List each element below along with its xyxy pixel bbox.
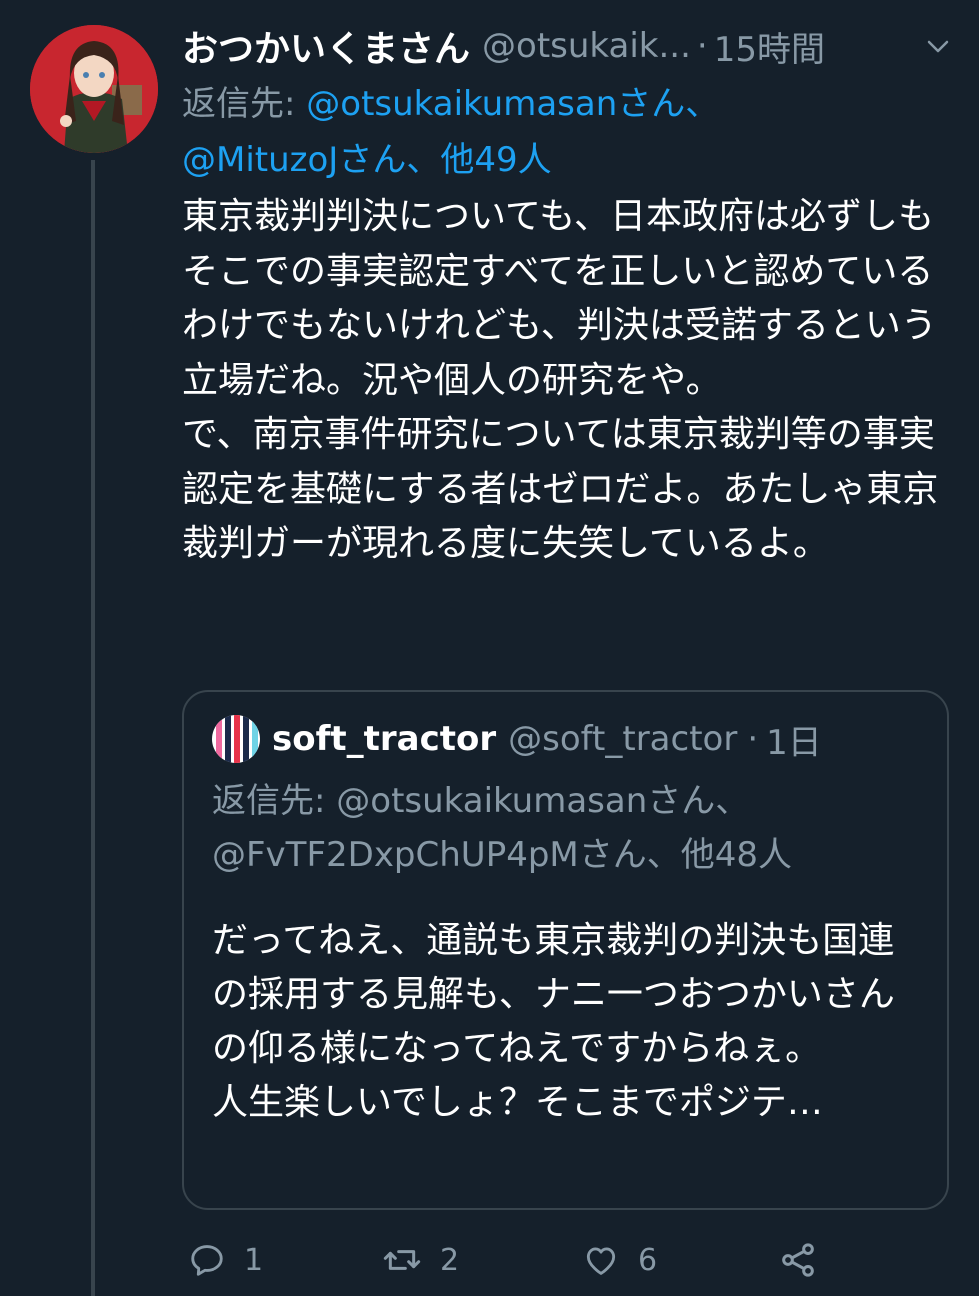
mention-link-2[interactable]: @MituzoJさん、他49人 [182,140,552,180]
retweet-icon [383,1250,421,1270]
quoted-display-name: soft_tractor [272,719,497,759]
quoted-avatar [212,715,260,763]
replying-to: 返信先: @otsukaikumasanさん、 @MituzoJさん、他49人 [182,76,942,188]
replying-label: 返信先: [182,84,307,124]
quoted-header: soft_tractor @soft_tractor · 1日 [212,714,822,764]
quoted-text: だってねえ、通説も東京裁判の判決も国連の採用する見解も、ナニ一つおつかいさんの仰… [212,920,895,1123]
action-bar: 1 2 6 [182,1232,942,1288]
quoted-separator: · [747,719,759,759]
tweet-text: 東京裁判判決についても、日本政府は必ずしもそこでの事実認定すべてを正しいと認めて… [182,196,939,564]
quoted-handle: @soft_tractor [508,719,738,759]
thread-line [91,160,95,1296]
like-button[interactable]: 6 [582,1232,657,1288]
reply-count: 1 [244,1242,264,1278]
quoted-timestamp: 1日 [766,722,822,763]
mention-link-1[interactable]: @otsukaikumasanさん、 [306,84,719,124]
reply-icon [191,1245,223,1276]
tweet-header: おつかいくまさん @otsukaik... · 15時間 [182,18,952,74]
timestamp[interactable]: 15時間 [714,22,825,71]
retweet-button[interactable]: 2 [382,1232,459,1288]
like-count: 6 [638,1242,658,1278]
share-icon [782,1243,814,1277]
avatar[interactable] [30,25,158,153]
user-handle[interactable]: @otsukaik... [482,26,691,66]
reply-button[interactable]: 1 [188,1232,263,1288]
chevron-down-icon[interactable] [924,32,952,60]
quoted-replying-to: 返信先: @otsukaikumasanさん、@FvTF2DxpChUP4pMさ… [212,774,932,882]
separator-dot: · [696,26,708,66]
share-button[interactable] [778,1232,836,1288]
retweet-count: 2 [440,1242,460,1278]
quoted-replying-label: 返信先: [212,781,337,821]
quoted-tweet[interactable]: soft_tractor @soft_tractor · 1日 返信先: @ot… [182,690,949,1210]
heart-icon [586,1247,616,1275]
display-name[interactable]: おつかいくまさん [182,20,470,72]
